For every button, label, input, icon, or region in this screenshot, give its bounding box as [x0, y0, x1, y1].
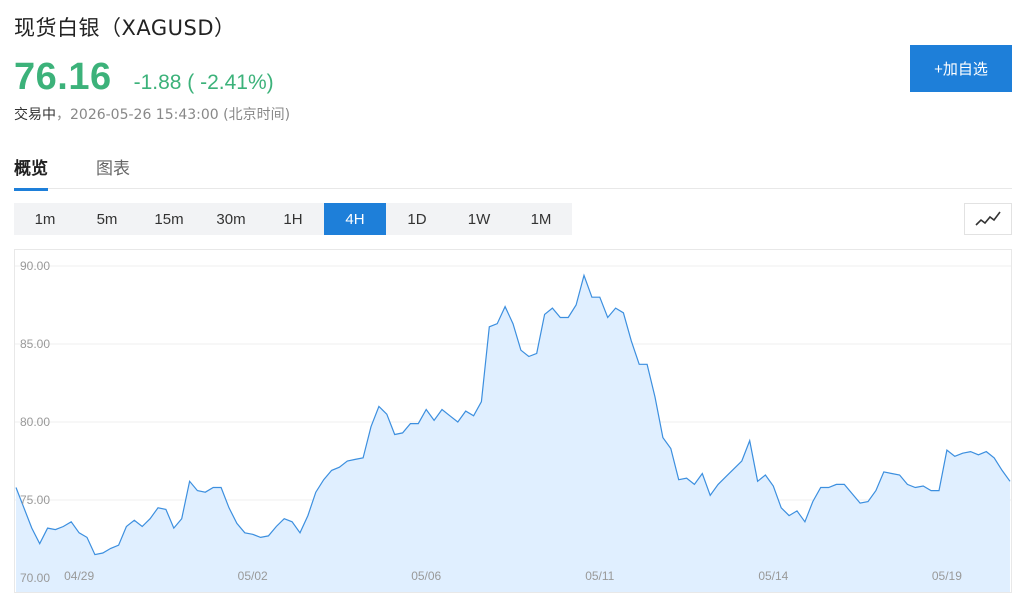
add-to-watchlist-button[interactable]: +加自选 — [910, 45, 1012, 92]
x-tick-label: 05/11 — [585, 569, 614, 583]
status-label: 交易中 — [14, 107, 56, 123]
price-chart[interactable]: 90.00 85.00 80.00 75.00 70.00 04/29 05/02 05/06… — [14, 249, 1012, 593]
x-tick-label: 05/02 — [238, 569, 268, 583]
period-1d[interactable]: 1D — [386, 203, 448, 235]
period-1h[interactable]: 1H — [262, 203, 324, 235]
y-tick-label: 80.00 — [20, 415, 50, 429]
period-1m[interactable]: 1m — [14, 203, 76, 235]
period-30m[interactable]: 30m — [200, 203, 262, 235]
period-1w[interactable]: 1W — [448, 203, 510, 235]
chart-type-button[interactable] — [964, 203, 1012, 235]
last-price: 76.16 — [14, 56, 112, 98]
y-tick-label: 75.00 — [20, 493, 50, 507]
x-tick-label: 05/06 — [411, 569, 441, 583]
period-5m[interactable]: 5m — [76, 203, 138, 235]
period-4h[interactable]: 4H — [324, 203, 386, 235]
period-15m[interactable]: 15m — [138, 203, 200, 235]
y-tick-label: 85.00 — [20, 337, 50, 351]
x-tick-label: 05/14 — [758, 569, 788, 583]
price-chart-svg: 90.00 85.00 80.00 75.00 70.00 04/29 05/02 05/06… — [15, 259, 1011, 592]
period-1mo[interactable]: 1M — [510, 203, 572, 235]
tab-chart[interactable]: 图表 — [96, 154, 130, 188]
price-change: -1.88 ( -2.41%) — [133, 71, 274, 94]
x-tick-label: 04/29 — [64, 569, 94, 583]
y-tick-label: 70.00 — [20, 571, 50, 585]
y-tick-label: 90.00 — [20, 259, 50, 273]
trading-status: 交易中，2026-05-26 15:43:00 (北京时间) — [14, 104, 290, 124]
tab-overview[interactable]: 概览 — [14, 154, 48, 191]
page-title: 现货白银（XAGUSD） — [14, 16, 236, 40]
line-chart-icon — [975, 211, 1001, 226]
x-tick-label: 05/19 — [932, 569, 962, 583]
period-selector: 1m 5m 15m 30m 1H 4H 1D 1W 1M — [14, 203, 572, 235]
quote-timestamp: ，2026-05-26 15:43:00 (北京时间) — [56, 107, 291, 123]
quote-row: 76.16 -1.88 ( -2.41%) — [14, 56, 274, 99]
tab-bar: 概览 图表 — [14, 150, 1012, 191]
